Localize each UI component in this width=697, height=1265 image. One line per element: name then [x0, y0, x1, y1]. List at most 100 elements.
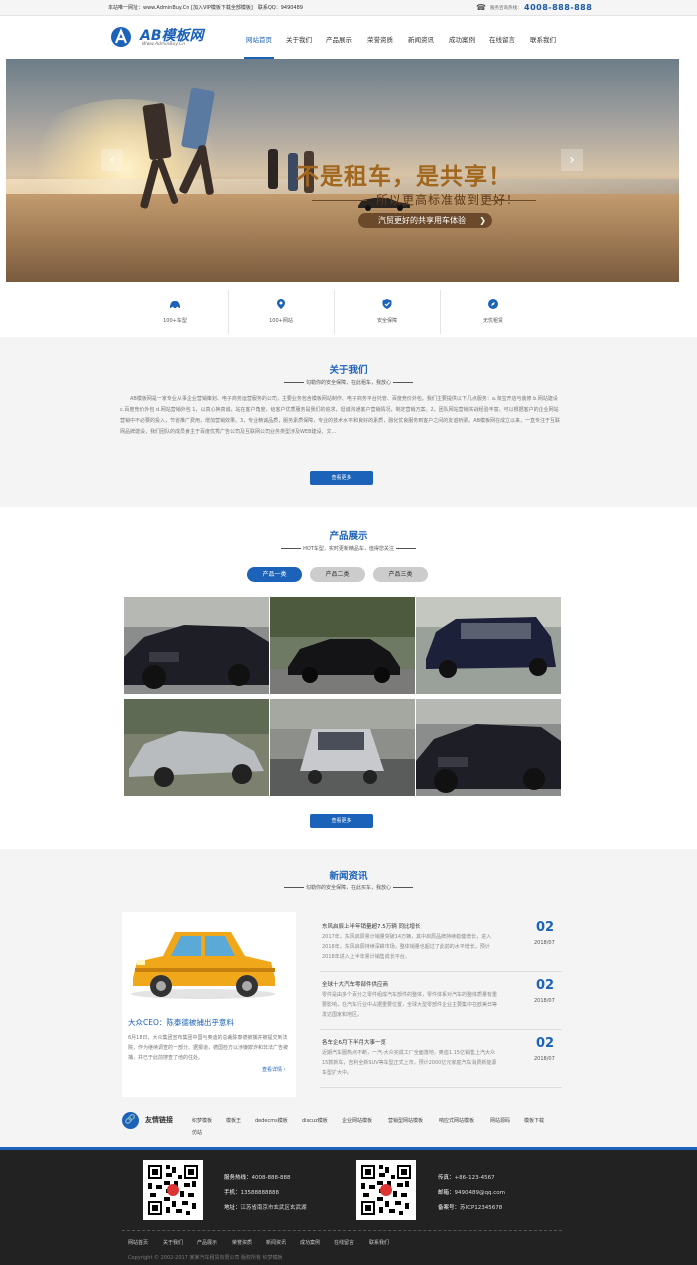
car-photo [270, 699, 415, 796]
footer-divider [122, 1230, 562, 1231]
friend-link[interactable]: 模板王 [226, 1117, 241, 1124]
news-item-title[interactable]: 各车企6月下半月大事一览 [322, 1038, 386, 1046]
feature-stores[interactable]: 100+网站 [228, 288, 334, 336]
friend-link[interactable]: 营销型网站模板 [388, 1117, 423, 1124]
link-icon: 🔗 [122, 1112, 139, 1129]
products-more-button[interactable]: 查看更多 [310, 814, 373, 828]
footer-value: 江苏省南京市玄武区玄武湖 [240, 1205, 307, 1211]
hotline-label: 服务咨询热线： [490, 6, 522, 11]
news-item-desc: 零件是由多个百分之零件组成汽车部件的整体，零件体系对汽车的整体质量有重要影响，在… [322, 992, 498, 1018]
footer-nav-link[interactable]: 联系我们 [369, 1239, 389, 1246]
banner-subtitle-line-right [491, 200, 536, 201]
nav-message[interactable]: 在线留言 [489, 34, 515, 44]
footer-value: 13588888888 [240, 1190, 280, 1196]
news-item[interactable]: 东风启辰上半年销量超7.5万辆 同比增长 2017年，东风启辰累计销量突破14万… [320, 914, 562, 972]
shield-icon [382, 299, 392, 309]
tab-product-category-1[interactable]: 产品一类 [247, 567, 302, 582]
about-more-button[interactable]: 查看更多 [310, 471, 373, 485]
car-icon [170, 301, 180, 310]
feature-label: 100+车型 [163, 318, 187, 324]
nav-home[interactable]: 网站首页 [246, 34, 272, 44]
news-item-date: 2018/07 [534, 940, 555, 946]
product-image[interactable] [416, 597, 561, 694]
product-image[interactable] [124, 597, 269, 694]
friend-link[interactable]: 企业网站模板 [342, 1117, 372, 1124]
tab-product-category-2[interactable]: 产品二类 [310, 567, 365, 582]
product-image[interactable] [416, 699, 561, 796]
nav-about[interactable]: 关于我们 [286, 34, 312, 44]
news-item-title[interactable]: 东风启辰上半年销量超7.5万辆 同比增长 [322, 922, 421, 930]
about-title: 关于我们 [329, 365, 368, 376]
feature-worry-free[interactable]: 无忧租赁 [440, 288, 546, 336]
footer-label: 服务热线： [224, 1175, 252, 1181]
news-item-desc: 近期汽车圈热点不断，一汽-大众完成工厂全面落地，奥迪1.15亿销售上汽大众15款… [322, 1050, 497, 1076]
banner-prev-button[interactable]: ‹ [101, 149, 123, 171]
links-title: 友情链接 [145, 1116, 173, 1124]
car-photo [416, 699, 561, 796]
friend-link[interactable]: 仿站 [192, 1129, 202, 1136]
friend-link[interactable]: 模板下载 [524, 1117, 544, 1124]
footer-value: 4008-888-888 [251, 1175, 291, 1181]
banner-subtitle-line-left [312, 200, 367, 201]
friend-link[interactable]: dedecms模板 [255, 1117, 288, 1124]
news-item-title[interactable]: 全球十大汽车零部件供应商 [322, 980, 388, 988]
news-item-day: 02 [536, 1036, 555, 1051]
nav-products[interactable]: 产品展示 [326, 34, 352, 44]
feature-label: 100+网站 [269, 318, 293, 324]
hotline-number: 4008-888-888 [524, 3, 593, 12]
product-image[interactable] [124, 699, 269, 796]
top-bar: 本站唯一网址：www.AdminBuy.Cn [加入VIP模板下载全部模板] 联… [0, 0, 697, 16]
news-item-day: 02 [536, 920, 555, 935]
welcome-text: 本站唯一网址：www.AdminBuy.Cn [加入VIP模板下载全部模板] 联… [108, 5, 303, 11]
copyright: Copyright © 2002-2017 某某汽车租赁有限公司 版权所有 织梦… [128, 1255, 283, 1261]
footer-nav-link[interactable]: 关于我们 [163, 1239, 183, 1246]
nav-contact[interactable]: 联系我们 [530, 34, 556, 44]
friend-link[interactable]: 织梦模板 [192, 1117, 212, 1124]
banner-sand [6, 194, 679, 282]
car-photo [124, 699, 269, 796]
footer-nav-link[interactable]: 新闻资讯 [266, 1239, 286, 1246]
footer-icp: 备案号：苏ICP12345678 [438, 1203, 502, 1211]
feature-label: 无忧租赁 [482, 318, 503, 324]
footer-nav-link[interactable]: 网站首页 [128, 1239, 148, 1246]
car-photo [270, 597, 415, 694]
featured-news-more-link[interactable]: 查看详情 › [262, 1066, 286, 1073]
banner-cta-button[interactable]: 汽贸更好的共享用车体验 ❯ [358, 213, 492, 228]
feature-label: 安全保障 [376, 318, 397, 324]
about-text: AB模板网是一家专业从事企业营销策划、电子商务运营服务的公司，主要业务包含模板网… [120, 396, 561, 435]
footer-value: 苏ICP12345678 [460, 1205, 503, 1211]
friend-link[interactable]: 网站源码 [490, 1117, 510, 1124]
nav-honors[interactable]: 荣誉资质 [367, 34, 393, 44]
nav-cases[interactable]: 成功案例 [449, 34, 475, 44]
footer-nav-link[interactable]: 成功案例 [300, 1239, 320, 1246]
news-item[interactable]: 各车企6月下半月大事一览 近期汽车圈热点不断，一汽-大众完成工厂全面落地，奥迪1… [320, 1030, 562, 1088]
hero-banner[interactable]: 不是租车，是共享！ 所以更高标准做到更好！ 汽贸更好的共享用车体验 ❯ ‹ › [6, 59, 679, 282]
footer-nav-link[interactable]: 在线留言 [334, 1239, 354, 1246]
feature-car-models[interactable]: 100+车型 [122, 288, 228, 336]
footer-nav-link[interactable]: 产品展示 [197, 1239, 217, 1246]
qr-code-right [356, 1160, 416, 1220]
nav-news[interactable]: 新闻资讯 [408, 34, 434, 44]
footer-nav-link[interactable]: 荣誉资质 [232, 1239, 252, 1246]
taxi-illustration [131, 932, 275, 999]
product-image[interactable] [270, 597, 415, 694]
car-photo [124, 597, 269, 694]
banner-cta-label: 汽贸更好的共享用车体验 [378, 216, 466, 225]
footer-label: 手机： [224, 1190, 241, 1196]
footer-label: 传真： [438, 1175, 455, 1181]
products-subtitle: HOT车型，实时更新精品车，值得您关注 [0, 545, 697, 552]
banner-next-button[interactable]: › [561, 149, 583, 171]
news-item-date: 2018/07 [534, 998, 555, 1004]
featured-news-title[interactable]: 大众CEO：陈泰德被捕出乎意料 [128, 1017, 234, 1028]
feature-safety[interactable]: 安全保障 [334, 288, 440, 336]
tab-product-category-3[interactable]: 产品三类 [373, 567, 428, 582]
banner-person [268, 149, 278, 189]
logo-icon[interactable] [109, 26, 133, 48]
product-image[interactable] [270, 699, 415, 796]
friend-link[interactable]: discuz模板 [302, 1117, 328, 1124]
products-title: 产品展示 [329, 531, 368, 542]
news-item[interactable]: 全球十大汽车零部件供应商 零件是由多个百分之零件组成汽车部件的整体，零件体系对汽… [320, 972, 562, 1030]
footer-address: 地址：江苏省南京市玄武区玄武湖 [224, 1203, 307, 1211]
friend-link[interactable]: 响应式网站模板 [439, 1117, 474, 1124]
news-subtitle: 勾勒你的安全保障，在此买车，我放心 [0, 884, 697, 891]
